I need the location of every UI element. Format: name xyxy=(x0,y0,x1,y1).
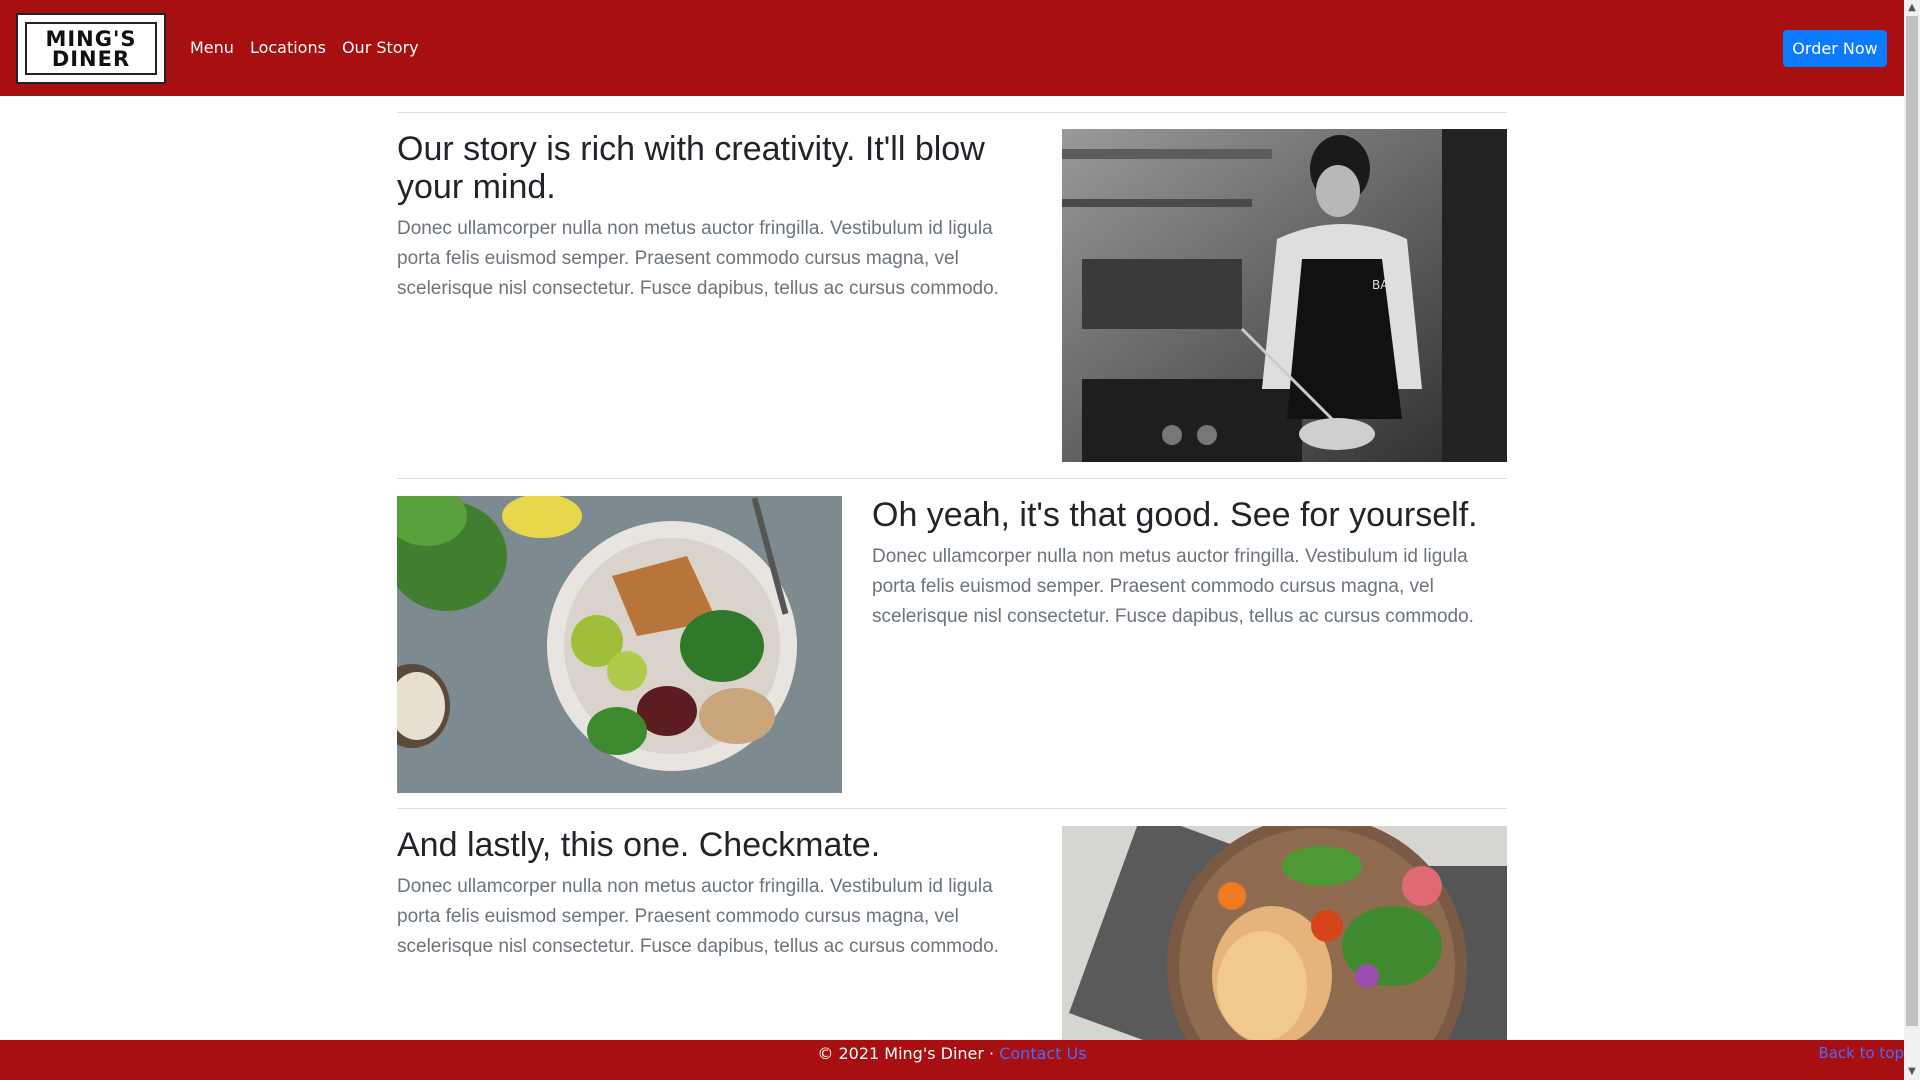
feature-text-2: Donec ullamcorper nulla non metus auctor… xyxy=(872,546,1474,627)
divider xyxy=(397,478,1507,479)
salad-bowl-photo xyxy=(397,496,842,793)
logo-text-line2: DINER xyxy=(51,46,131,71)
navbar: MING'S DINER Menu Locations Our Story Or… xyxy=(0,0,1904,96)
contact-us-link[interactable]: Contact Us xyxy=(999,1044,1086,1063)
order-now-button[interactable]: Order Now xyxy=(1783,30,1887,67)
copyright-text: © 2021 Ming's Diner · xyxy=(817,1044,1000,1063)
nav-links: Menu Locations Our Story xyxy=(190,38,419,57)
nav-link-menu[interactable]: Menu xyxy=(190,38,234,57)
footer: © 2021 Ming's Diner · Contact Us Back to… xyxy=(0,1040,1904,1080)
feature-text-1: Donec ullamcorper nulla non metus auctor… xyxy=(397,218,999,299)
feature-text-3: Donec ullamcorper nulla non metus auctor… xyxy=(397,876,999,957)
footer-text: © 2021 Ming's Diner · Contact Us xyxy=(0,1044,1904,1063)
nav-link-locations[interactable]: Locations xyxy=(250,38,326,57)
scrollbar-thumb[interactable] xyxy=(1906,16,1918,1026)
logo[interactable]: MING'S DINER xyxy=(16,13,166,84)
scroll-up-arrow-icon[interactable]: ▲ xyxy=(1904,0,1920,16)
chef-photo: BANI xyxy=(1062,129,1507,462)
feature-heading-1: Our story is rich with creativity. It'll… xyxy=(397,130,985,206)
logo-frame: MING'S DINER xyxy=(25,22,157,75)
feature-heading-3: And lastly, this one. Checkmate. xyxy=(397,826,881,864)
chicken-salad-photo xyxy=(1062,826,1507,1040)
nav-link-our-story[interactable]: Our Story xyxy=(342,38,419,57)
divider xyxy=(397,808,1507,809)
scrollbar[interactable]: ▲ ▼ xyxy=(1904,0,1920,1080)
scroll-down-arrow-icon[interactable]: ▼ xyxy=(1904,1064,1920,1080)
feature-heading-2: Oh yeah, it's that good. See for yoursel… xyxy=(872,496,1478,534)
divider xyxy=(397,112,1507,113)
svg-text:BANI: BANI xyxy=(1372,278,1401,292)
back-to-top-link[interactable]: Back to top xyxy=(1818,1044,1904,1062)
logo-text-line1: MING'S xyxy=(45,26,137,51)
logo-text: MING'S DINER xyxy=(45,26,137,71)
